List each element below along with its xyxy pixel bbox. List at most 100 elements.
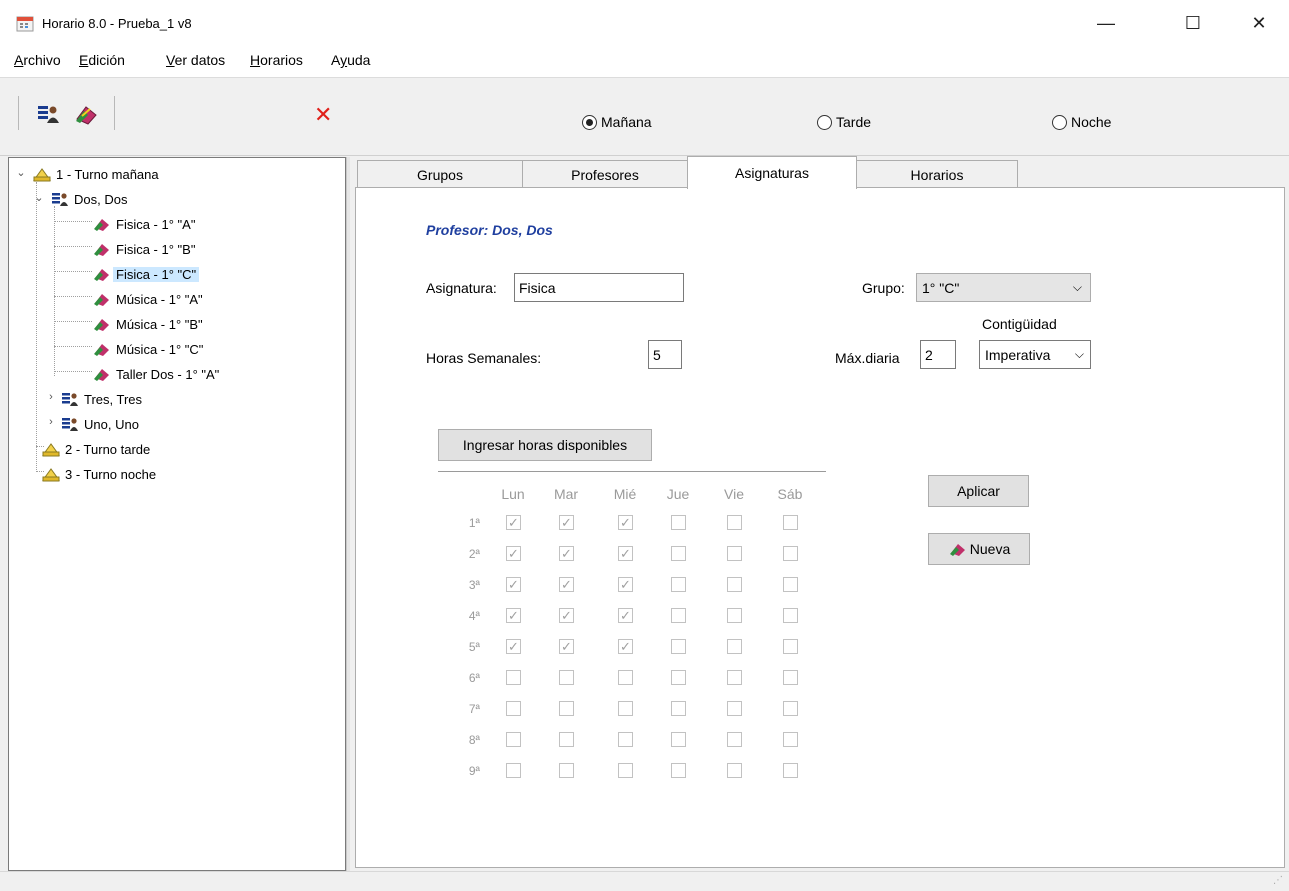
- availability-checkbox[interactable]: [671, 577, 686, 592]
- tree-node-uno-uno[interactable]: Uno, Uno: [61, 414, 142, 434]
- availability-checkbox[interactable]: [783, 546, 798, 561]
- availability-checkbox[interactable]: [618, 546, 633, 561]
- availability-checkbox[interactable]: [559, 763, 574, 778]
- availability-checkbox[interactable]: [727, 732, 742, 747]
- availability-checkbox[interactable]: [506, 608, 521, 623]
- availability-checkbox[interactable]: [618, 639, 633, 654]
- tab-asignaturas[interactable]: Asignaturas: [687, 156, 857, 189]
- availability-checkbox[interactable]: [727, 546, 742, 561]
- availability-checkbox[interactable]: [506, 639, 521, 654]
- availability-checkbox[interactable]: [506, 546, 521, 561]
- availability-checkbox[interactable]: [559, 639, 574, 654]
- minimize-button[interactable]: —: [1083, 6, 1129, 40]
- tree-node-turno-tarde[interactable]: 2 - Turno tarde: [42, 439, 153, 459]
- availability-checkbox[interactable]: [671, 515, 686, 530]
- availability-checkbox[interactable]: [618, 732, 633, 747]
- availability-checkbox[interactable]: [727, 670, 742, 685]
- availability-checkbox[interactable]: [671, 608, 686, 623]
- availability-checkbox[interactable]: [618, 577, 633, 592]
- availability-checkbox[interactable]: [783, 701, 798, 716]
- tree-node-asignatura[interactable]: Fisica - 1° "A": [93, 214, 198, 234]
- availability-checkbox[interactable]: [618, 701, 633, 716]
- availability-checkbox[interactable]: [727, 515, 742, 530]
- expanded-chevron-icon[interactable]: ⌄: [33, 191, 45, 204]
- availability-checkbox[interactable]: [618, 763, 633, 778]
- menu-edicion[interactable]: Edición: [79, 52, 125, 68]
- close-window-button[interactable]: ✕: [1236, 6, 1282, 40]
- availability-checkbox[interactable]: [559, 732, 574, 747]
- tree-node-asignatura[interactable]: Taller Dos - 1° "A": [93, 364, 222, 384]
- radio-tarde[interactable]: Tarde: [817, 114, 871, 130]
- availability-checkbox[interactable]: [783, 732, 798, 747]
- grupo-select[interactable]: 1° "C" ⌵: [916, 273, 1091, 302]
- tab-profesores[interactable]: Profesores: [522, 160, 688, 188]
- collapsed-chevron-icon[interactable]: ›: [45, 391, 57, 403]
- availability-checkbox[interactable]: [727, 608, 742, 623]
- availability-checkbox[interactable]: [727, 639, 742, 654]
- asignatura-icon[interactable]: [74, 103, 98, 125]
- availability-checkbox[interactable]: [727, 701, 742, 716]
- tree-view[interactable]: ⌄ 1 - Turno mañana ⌄ Dos, Dos Fisica - 1…: [8, 157, 346, 871]
- availability-checkbox[interactable]: [506, 763, 521, 778]
- availability-checkbox[interactable]: [727, 577, 742, 592]
- availability-checkbox[interactable]: [727, 763, 742, 778]
- availability-checkbox[interactable]: [618, 608, 633, 623]
- availability-checkbox[interactable]: [783, 670, 798, 685]
- availability-checkbox[interactable]: [783, 763, 798, 778]
- menu-archivo[interactable]: Archivo: [14, 52, 61, 68]
- delete-icon[interactable]: ✕: [314, 104, 332, 126]
- collapsed-chevron-icon[interactable]: ›: [45, 416, 57, 428]
- aplicar-button[interactable]: Aplicar: [928, 475, 1029, 507]
- horas-semanales-input[interactable]: 5: [648, 340, 682, 369]
- tab-horarios[interactable]: Horarios: [856, 160, 1018, 188]
- radio-noche[interactable]: Noche: [1052, 114, 1111, 130]
- tree-node-dos-dos[interactable]: Dos, Dos: [51, 189, 130, 209]
- maximize-button[interactable]: ☐: [1170, 6, 1216, 40]
- nueva-button[interactable]: Nueva: [928, 533, 1030, 565]
- availability-checkbox[interactable]: [506, 670, 521, 685]
- availability-checkbox[interactable]: [559, 701, 574, 716]
- availability-checkbox[interactable]: [618, 670, 633, 685]
- availability-checkbox[interactable]: [559, 515, 574, 530]
- availability-checkbox[interactable]: [506, 577, 521, 592]
- contiguidad-select[interactable]: Imperativa ⌵: [979, 340, 1091, 369]
- tree-node-asignatura[interactable]: Música - 1° "B": [93, 314, 206, 334]
- availability-checkbox[interactable]: [559, 608, 574, 623]
- asignatura-input[interactable]: Fisica: [514, 273, 684, 302]
- tree-node-tres-tres[interactable]: Tres, Tres: [61, 389, 145, 409]
- availability-checkbox[interactable]: [671, 546, 686, 561]
- availability-checkbox[interactable]: [506, 515, 521, 530]
- tree-node-asignatura[interactable]: Música - 1° "C": [93, 339, 206, 359]
- expanded-chevron-icon[interactable]: ⌄: [15, 166, 27, 179]
- menu-horarios[interactable]: Horarios: [250, 52, 303, 68]
- tree-node-asignatura[interactable]: Fisica - 1° "B": [93, 239, 198, 259]
- availability-checkbox[interactable]: [783, 515, 798, 530]
- radio-manana[interactable]: Mañana: [582, 114, 652, 130]
- availability-checkbox[interactable]: [618, 515, 633, 530]
- availability-checkbox[interactable]: [559, 577, 574, 592]
- availability-checkbox[interactable]: [783, 577, 798, 592]
- tree-node-asignatura-selected[interactable]: Fisica - 1° "C": [93, 264, 200, 284]
- resize-grip-icon[interactable]: ⋰: [1273, 875, 1283, 886]
- tree-node-asignatura[interactable]: Música - 1° "A": [93, 289, 206, 309]
- availability-checkbox[interactable]: [506, 701, 521, 716]
- splitter[interactable]: [346, 157, 350, 871]
- tree-node-turno-noche[interactable]: 3 - Turno noche: [42, 464, 159, 484]
- tree-node-turno-manana[interactable]: 1 - Turno mañana: [33, 164, 162, 184]
- tab-grupos[interactable]: Grupos: [357, 160, 523, 188]
- availability-checkbox[interactable]: [671, 670, 686, 685]
- availability-checkbox[interactable]: [783, 639, 798, 654]
- availability-checkbox[interactable]: [783, 608, 798, 623]
- menu-ver-datos[interactable]: Ver datos: [166, 52, 225, 68]
- max-diaria-input[interactable]: 2: [920, 340, 956, 369]
- availability-checkbox[interactable]: [671, 639, 686, 654]
- availability-checkbox[interactable]: [671, 763, 686, 778]
- ingresar-horas-button[interactable]: Ingresar horas disponibles: [438, 429, 652, 461]
- availability-checkbox[interactable]: [559, 546, 574, 561]
- availability-checkbox[interactable]: [559, 670, 574, 685]
- availability-checkbox[interactable]: [671, 701, 686, 716]
- availability-checkbox[interactable]: [506, 732, 521, 747]
- profesor-icon[interactable]: [36, 103, 60, 125]
- menu-ayuda[interactable]: Ayuda: [331, 52, 370, 68]
- availability-checkbox[interactable]: [671, 732, 686, 747]
